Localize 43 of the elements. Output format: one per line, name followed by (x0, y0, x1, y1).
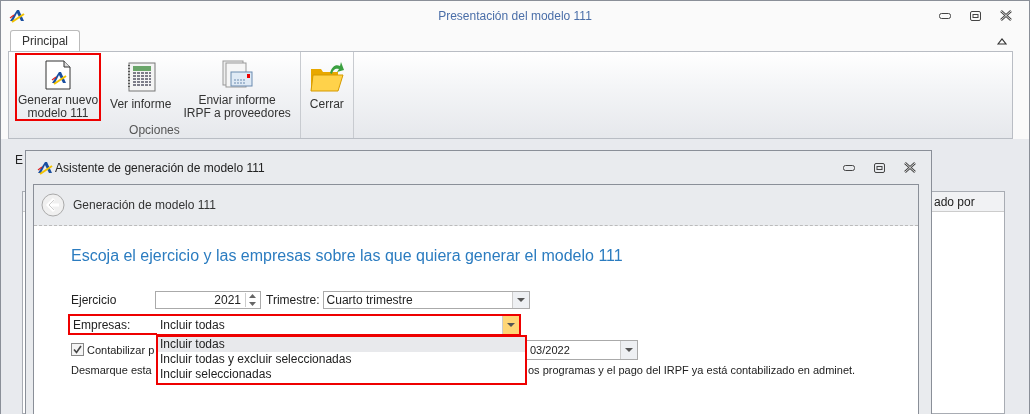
app-logo-icon (9, 8, 25, 23)
ribbon-button[interactable]: Enviar informe IRPF a proveedores (180, 53, 294, 121)
dialog-title: Asistente de generación de modelo 111 (55, 160, 265, 175)
checkbox[interactable] (71, 343, 84, 356)
step-title: Generación de modelo 111 (73, 198, 216, 212)
spreadsheet-icon (125, 62, 156, 92)
note-text: Desmarque esta (71, 364, 152, 376)
instruction-heading: Escoja el ejercicio y las empresas sobre las que quiera generar el modelo 111 (71, 247, 624, 266)
ribbon-button[interactable]: Ver informe (107, 53, 175, 121)
back-button-icon (41, 193, 65, 217)
restore-icon (970, 10, 981, 21)
dropdown-option[interactable]: Incluir todas (158, 337, 525, 352)
documents-envelope-icon (221, 60, 254, 90)
column-header: ado por (934, 194, 976, 211)
ribbon-button[interactable]: Generar nuevo modelo 111 (15, 53, 102, 121)
document-icon (45, 60, 72, 90)
dropdown-option[interactable]: Incluir seleccionadas (158, 367, 525, 382)
checkbox-label: Contabilizar p (87, 343, 155, 356)
minimize-icon (939, 12, 951, 19)
panel-label: E (15, 153, 23, 169)
close-icon (904, 162, 916, 173)
window-title: Presentación del modelo 111 (438, 8, 592, 23)
field-label: Trimestre: (266, 293, 320, 307)
close-icon (1000, 10, 1012, 21)
dropdown-option[interactable]: Incluir todas y excluir seleccionadas (158, 352, 525, 367)
restore-icon (874, 162, 885, 173)
field-label: Ejercicio (71, 293, 118, 307)
collapse-icon (997, 37, 1007, 45)
ribbon-tab[interactable]: Principal (10, 30, 81, 51)
dropdown-arrow-icon (516, 298, 525, 302)
quarter-dropdown[interactable]: Cuarto trimestre (322, 291, 530, 309)
year-spinner[interactable]: 2021 (155, 291, 261, 309)
group-label: Opciones (129, 123, 180, 137)
companies-dropdown[interactable]: Incluir todas (157, 315, 519, 334)
app-logo-icon (37, 160, 53, 175)
dropdown-arrow-icon (507, 322, 515, 327)
dropdown-arrow-icon (625, 347, 633, 352)
folder-arrow-icon (309, 61, 344, 93)
minimize-icon (843, 164, 855, 171)
ribbon-button[interactable]: Cerrar (306, 53, 347, 121)
note-text: os programas y el pago del IRPF ya está contabilizado en adminet. (528, 364, 856, 376)
field-label: Empresas: (73, 317, 132, 332)
spin-arrows-icon (245, 293, 257, 307)
